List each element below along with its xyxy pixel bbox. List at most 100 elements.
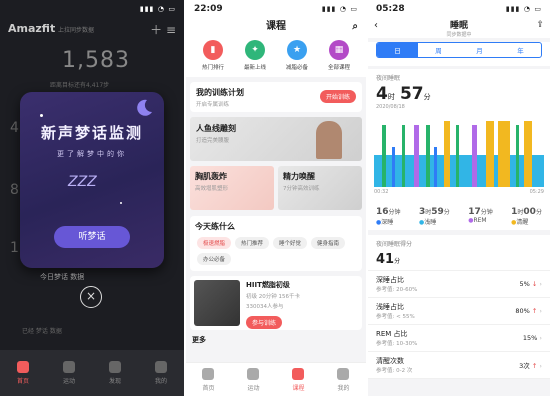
sleep-stage-bar bbox=[472, 125, 477, 187]
start-training-button[interactable]: 开始训练 bbox=[319, 90, 356, 103]
metric-ref: 参考值: 0-2 次 bbox=[376, 368, 413, 374]
banner-abs[interactable]: 人鱼线雕刻 打造完美腰腹 bbox=[190, 117, 362, 161]
close-popup-button[interactable]: × bbox=[80, 286, 102, 308]
popup-title: 新声梦话监测 bbox=[40, 124, 143, 142]
sleep-stage-bar bbox=[382, 125, 386, 187]
chevron-right-icon: › bbox=[539, 280, 542, 288]
minutes-unit: 分 bbox=[423, 93, 431, 101]
sleep-stage-bar bbox=[456, 125, 459, 187]
tab-discover[interactable]: 发现 bbox=[108, 361, 121, 385]
arrow-up-icon: ↑ bbox=[531, 307, 538, 315]
segment-month[interactable]: 月 bbox=[459, 43, 500, 57]
banner-chest[interactable]: 胸肌轰炸 高效增肌塑形 bbox=[190, 166, 274, 210]
duration-minutes: 57 bbox=[399, 84, 424, 104]
category-label: 热门排行 bbox=[201, 65, 224, 71]
stat-unit: 分钟 bbox=[480, 209, 493, 216]
metric-row-rem[interactable]: REM 占比 参考值: 10-30% 15% › bbox=[368, 325, 550, 352]
star-icon: ★ bbox=[286, 40, 307, 60]
tab-mine[interactable]: 我的 bbox=[154, 361, 167, 385]
banner-energy[interactable]: 精力唤醒 7分钟高效训练 bbox=[278, 166, 362, 210]
sync-hint: 上拉同步数据 bbox=[58, 27, 95, 34]
category-new[interactable]: ✦ 最新上线 bbox=[244, 40, 266, 71]
banner-sub: 7分钟高效训练 bbox=[283, 186, 320, 192]
metric-ref: 参考值: < 55% bbox=[376, 314, 415, 320]
tab-home[interactable]: 首页 bbox=[16, 361, 29, 385]
chip-sleep[interactable]: 睡个好觉 bbox=[273, 237, 308, 249]
chip-hot[interactable]: 热门推荐 bbox=[235, 237, 270, 249]
tab-home[interactable]: 首页 bbox=[202, 367, 215, 392]
stat-light: 3时59分 ●浅睡 bbox=[419, 207, 450, 226]
tab-course[interactable]: 课程 bbox=[292, 367, 305, 392]
sleep-stage-bar bbox=[524, 121, 532, 187]
tab-mine[interactable]: 我的 bbox=[337, 367, 350, 392]
stat-rem: 17分钟 ●REM bbox=[468, 207, 493, 226]
tab-sport[interactable]: 运动 bbox=[247, 367, 260, 392]
hours-unit: 时 bbox=[387, 93, 395, 101]
home-icon bbox=[202, 367, 215, 380]
stat-unit2: 分 bbox=[443, 209, 450, 216]
star-icon bbox=[40, 114, 43, 117]
join-training-button[interactable]: 参与训练 bbox=[246, 316, 283, 329]
segment-week[interactable]: 周 bbox=[418, 43, 459, 57]
metric-row-light[interactable]: 浅睡占比 参考值: < 55% 80% ↑ › bbox=[368, 298, 550, 325]
sport-icon bbox=[247, 367, 260, 380]
page-title: 睡眠 bbox=[449, 21, 468, 31]
category-hot[interactable]: ▮ 热门排行 bbox=[202, 40, 224, 71]
stat-label: 清醒 bbox=[516, 219, 529, 226]
page-header: 课程 ⌕ bbox=[186, 18, 366, 36]
tab-label: 课程 bbox=[292, 384, 305, 392]
metric-row-deep[interactable]: 深睡占比 参考值: 20-60% 5% ↓ › bbox=[368, 271, 550, 298]
chip-fatburn[interactable]: 极速燃脂 bbox=[197, 237, 232, 249]
category-label: 全部课程 bbox=[327, 65, 350, 71]
stat-value2: 00 bbox=[523, 207, 536, 217]
status-icons: ▮▮▮ ◔ ▭ bbox=[139, 5, 176, 13]
step-goal-text: 距离目标还有4,417步 bbox=[50, 82, 110, 89]
status-bar: ▮▮▮ ◔ ▭ bbox=[0, 0, 184, 18]
duration: 4时 57分 bbox=[376, 84, 542, 104]
back-icon[interactable]: ‹ bbox=[374, 20, 378, 31]
menu-icon[interactable]: ≡ bbox=[166, 23, 176, 37]
tab-label: 运动 bbox=[62, 378, 75, 385]
category-fatburn[interactable]: ★ 减脂必备 bbox=[286, 40, 308, 71]
search-icon[interactable]: ⌕ bbox=[352, 18, 358, 36]
sleep-summary-card: 夜间睡眠 4时 57分 2020/08/18 00:32 05:29 bbox=[368, 69, 550, 217]
training-plan-card[interactable]: 我的训练计划 开启专属训练 开始训练 bbox=[190, 82, 362, 112]
status-bar: 22:09 ▮▮▮ ◔ ▭ bbox=[186, 0, 366, 18]
chevron-right-icon: › bbox=[539, 362, 542, 370]
category-label: 减脂必备 bbox=[285, 65, 308, 71]
sleep-stage-bar bbox=[516, 125, 519, 187]
metric-title: 深睡占比 bbox=[376, 276, 404, 284]
amazfit-home-screen: ▮▮▮ ◔ ▭ Amazfit 上拉同步数据 ＋ ≡ 1,583 距离目标还有4… bbox=[0, 0, 184, 396]
course-title: HIIT燃脂初级 bbox=[246, 281, 290, 289]
sleep-screen: 05:28 ▮▮▮ ◔ ▭ ‹ 睡眠 同步数据中 ⇪ 日 周 月 年 夜间睡眠 … bbox=[368, 0, 550, 396]
duration-hours: 4 bbox=[376, 84, 388, 104]
metric-row-awake[interactable]: 清醒次数 参考值: 0-2 次 3次 ↑ › bbox=[368, 352, 550, 379]
stat-awake: 1时00分 ●清醒 bbox=[511, 207, 542, 226]
chip-office[interactable]: 办公必备 bbox=[197, 253, 232, 265]
tab-sport[interactable]: 运动 bbox=[62, 361, 75, 385]
banner-title: 胸肌轰炸 bbox=[195, 172, 227, 181]
status-icons: ▮▮▮ ◔ ▭ bbox=[321, 5, 358, 13]
course-card[interactable]: HIIT燃脂初级 初级 20分钟 156千卡 330034人参与 参与训练 bbox=[190, 276, 362, 330]
header-actions: ＋ ≡ bbox=[150, 21, 176, 38]
chart-end-time: 05:29 bbox=[529, 189, 544, 195]
category-all[interactable]: ▦ 全部课程 bbox=[328, 40, 350, 71]
metric-ref: 参考值: 10-30% bbox=[376, 341, 418, 347]
stat-value2: 59 bbox=[431, 207, 444, 217]
step-count: 1,583 bbox=[62, 48, 130, 73]
metric-title: REM 占比 bbox=[376, 330, 408, 338]
banner-sub: 高效增肌塑形 bbox=[195, 186, 229, 192]
left-number-3: 1 bbox=[10, 240, 19, 256]
add-icon[interactable]: ＋ bbox=[150, 23, 162, 37]
listen-sleep-talk-button[interactable]: 听梦话 bbox=[54, 226, 130, 248]
left-number-1: 4 bbox=[10, 120, 19, 136]
chip-guide[interactable]: 健身指南 bbox=[311, 237, 346, 249]
segment-year[interactable]: 年 bbox=[500, 43, 541, 57]
stat-label: REM bbox=[473, 217, 487, 224]
category-label: 最新上线 bbox=[243, 65, 266, 71]
new-icon: ✦ bbox=[244, 40, 265, 60]
segment-day[interactable]: 日 bbox=[377, 43, 418, 57]
share-icon[interactable]: ⇪ bbox=[536, 20, 544, 30]
tab-label: 我的 bbox=[337, 384, 350, 392]
score-value: 41 bbox=[376, 252, 395, 267]
